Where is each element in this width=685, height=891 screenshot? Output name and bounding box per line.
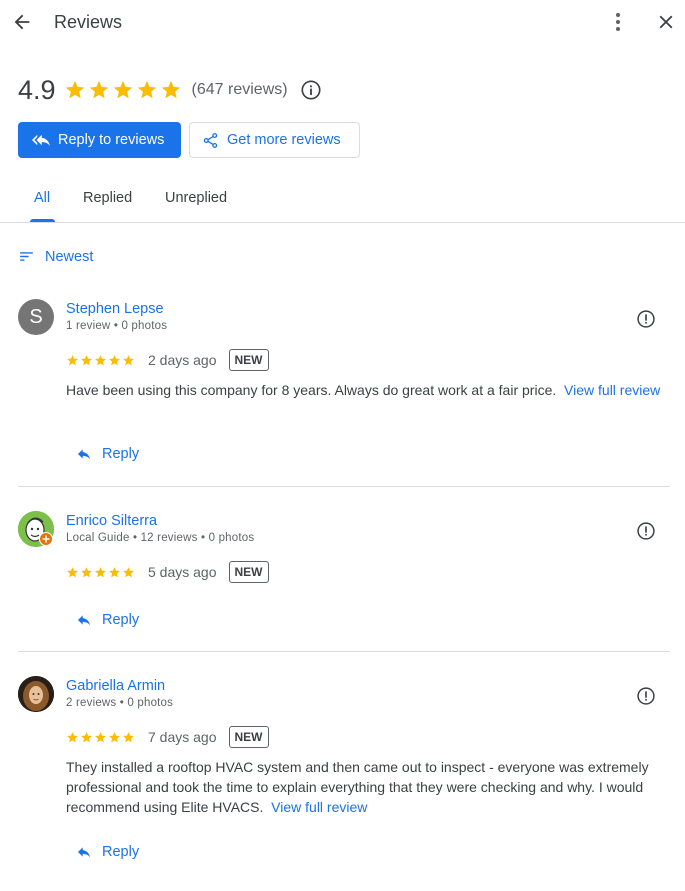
reply-icon: [78, 847, 90, 858]
reply-all-icon: [32, 134, 50, 146]
tab-replied[interactable]: Replied: [83, 190, 132, 206]
review-item: Enrico Silterra Local Guide • 12 reviews…: [18, 511, 670, 636]
review-body: Have been using this company for 8 years…: [66, 382, 557, 398]
star-icon: [89, 80, 108, 99]
star-icon: [113, 80, 132, 99]
star-icon: [109, 731, 120, 742]
reviewer-name[interactable]: Enrico Silterra: [66, 513, 157, 529]
more-vert-icon: [616, 13, 620, 31]
more-options-button[interactable]: [606, 10, 630, 34]
review-time: 5 days ago: [148, 564, 217, 580]
report-icon[interactable]: [636, 686, 656, 706]
review-item: Gabriella Armin 2 reviews • 0 photos 7 d…: [18, 676, 670, 876]
close-button[interactable]: [654, 10, 678, 34]
view-full-review-link[interactable]: View full review: [271, 799, 367, 815]
divider: [18, 486, 670, 487]
header: Reviews: [0, 0, 685, 44]
star-icon: [81, 566, 92, 577]
star-rating: [66, 354, 135, 367]
reply-to-reviews-button[interactable]: Reply to reviews: [18, 122, 181, 158]
reply-button[interactable]: Reply: [76, 612, 139, 628]
review-text: Have been using this company for 8 years…: [66, 380, 666, 400]
star-icon: [123, 731, 134, 742]
back-button[interactable]: [10, 10, 34, 34]
sort-icon: [20, 252, 33, 261]
star-icon: [81, 354, 92, 365]
filter-tabs: All Replied Unreplied: [0, 180, 685, 223]
star-icon: [95, 354, 106, 365]
avatar[interactable]: [18, 676, 54, 712]
info-icon[interactable]: [300, 79, 322, 101]
review-time: 7 days ago: [148, 729, 217, 745]
new-badge: NEW: [228, 561, 269, 583]
star-icon: [67, 731, 78, 742]
star-icon: [137, 80, 156, 99]
sort-button[interactable]: Newest: [18, 248, 93, 265]
reviewer-meta: Local Guide • 12 reviews • 0 photos: [66, 532, 255, 544]
avatar[interactable]: S: [18, 299, 54, 335]
close-icon: [659, 15, 673, 29]
star-rating: [66, 566, 135, 579]
star-icon: [67, 354, 78, 365]
star-icon: [95, 731, 106, 742]
avatar-image: [18, 676, 54, 712]
reviewer-meta: 1 review • 0 photos: [66, 320, 168, 332]
share-icon: [203, 132, 218, 148]
reviewer-name[interactable]: Stephen Lepse: [66, 301, 164, 317]
review-item: S Stephen Lepse 1 review • 0 photos 2 da…: [18, 299, 670, 469]
local-guide-icon: [39, 532, 53, 546]
tab-all[interactable]: All: [34, 190, 50, 206]
reply-label: Reply: [102, 612, 140, 628]
reply-to-reviews-label: Reply to reviews: [58, 132, 165, 148]
review-time: 2 days ago: [148, 352, 217, 368]
arrow-left-icon: [14, 14, 30, 30]
reply-icon: [78, 615, 90, 626]
view-full-review-link[interactable]: View full review: [564, 382, 660, 398]
rating-summary: 4.9 (647 reviews): [18, 74, 322, 106]
active-tab-indicator: [30, 219, 55, 222]
get-more-reviews-label: Get more reviews: [227, 132, 341, 148]
star-icon: [161, 80, 180, 99]
new-badge: NEW: [228, 349, 269, 371]
get-more-reviews-button[interactable]: Get more reviews: [189, 122, 360, 158]
reviewer-meta: 2 reviews • 0 photos: [66, 697, 174, 709]
star-icon: [123, 566, 134, 577]
average-rating: 4.9: [18, 74, 56, 105]
star-icon: [123, 354, 134, 365]
review-rating-row: 2 days ago NEW: [66, 349, 269, 371]
reply-icon: [78, 449, 90, 460]
star-icon: [95, 566, 106, 577]
star-icon: [65, 80, 84, 99]
star-icon: [109, 354, 120, 365]
page-title: Reviews: [54, 12, 123, 32]
reviewer-name[interactable]: Gabriella Armin: [66, 678, 165, 694]
star-icon: [109, 566, 120, 577]
star-icon: [81, 731, 92, 742]
report-icon[interactable]: [636, 521, 656, 541]
review-rating-row: 5 days ago NEW: [66, 561, 269, 583]
divider: [18, 651, 670, 652]
reply-button[interactable]: Reply: [76, 844, 139, 860]
new-badge: NEW: [228, 726, 269, 748]
star-icon: [67, 566, 78, 577]
star-rating: [66, 731, 135, 744]
report-icon[interactable]: [636, 309, 656, 329]
review-text: They installed a rooftop HVAC system and…: [66, 757, 666, 817]
sort-label: Newest: [45, 248, 94, 265]
reply-label: Reply: [102, 844, 140, 860]
review-count: (647 reviews): [191, 81, 288, 98]
reply-button[interactable]: Reply: [76, 446, 139, 462]
tab-unreplied[interactable]: Unreplied: [165, 190, 227, 206]
star-rating: [64, 79, 182, 101]
reply-label: Reply: [102, 446, 140, 462]
review-rating-row: 7 days ago NEW: [66, 726, 269, 748]
